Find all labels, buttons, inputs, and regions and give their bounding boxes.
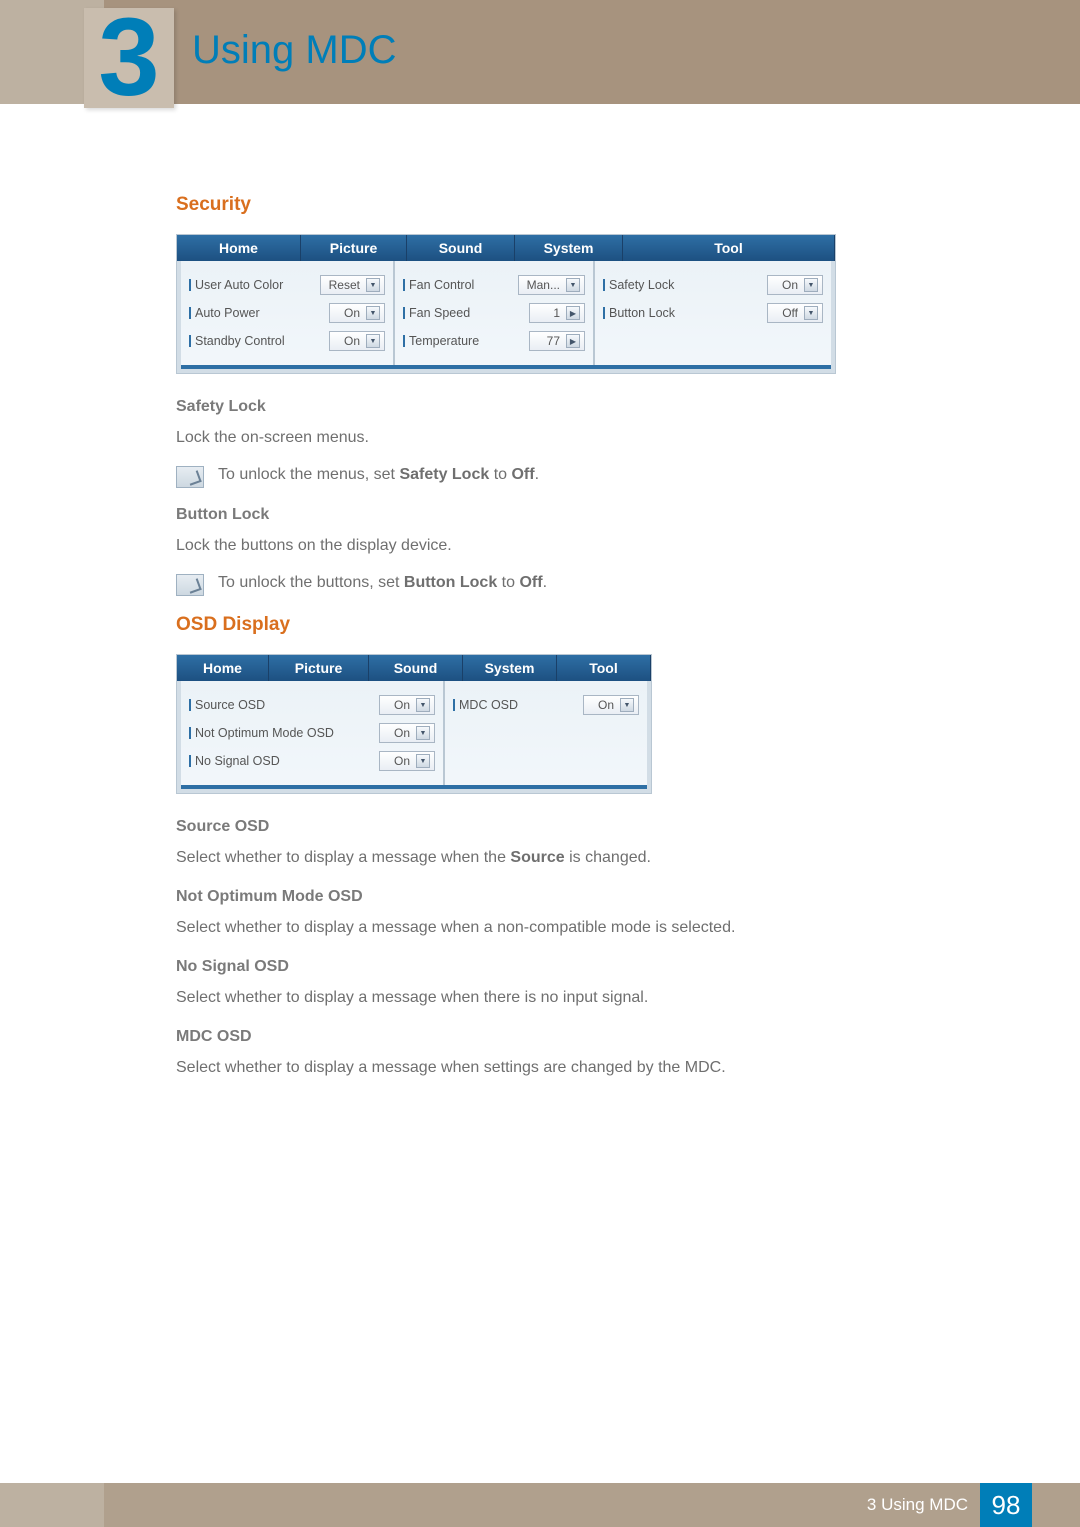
dropdown-no-signal-osd[interactable]: On	[379, 751, 435, 771]
panel-accent-bar	[181, 785, 647, 789]
field-fan-speed: Fan Speed 1	[403, 299, 585, 327]
osd-tabstrip: Home Picture Sound System Tool	[177, 655, 651, 681]
dropdown-not-optimum-osd[interactable]: On	[379, 723, 435, 743]
sub-heading-safety-lock: Safety Lock	[176, 398, 1010, 416]
field-temperature: Temperature 77	[403, 327, 585, 355]
field-source-osd: Source OSD On	[189, 691, 435, 719]
chapter-title: Using MDC	[192, 28, 396, 73]
body-mdc-osd: Select whether to display a message when…	[176, 1056, 1010, 1080]
label-fan-speed: Fan Speed	[403, 306, 470, 320]
label-safety-lock: Safety Lock	[603, 278, 674, 292]
label-auto-power: Auto Power	[189, 306, 260, 320]
chevron-right-icon	[566, 306, 580, 320]
section-heading-security: Security	[176, 194, 1010, 216]
security-tabstrip: Home Picture Sound System Tool	[177, 235, 835, 261]
page-number: 98	[980, 1483, 1032, 1527]
body-button-lock: Lock the buttons on the display device.	[176, 534, 1010, 558]
label-button-lock: Button Lock	[603, 306, 675, 320]
dropdown-user-auto-color[interactable]: Reset	[320, 275, 385, 295]
label-source-osd: Source OSD	[189, 698, 265, 712]
chevron-down-icon	[416, 726, 430, 740]
sub-heading-source-osd: Source OSD	[176, 818, 1010, 836]
tab-system[interactable]: System	[515, 235, 623, 261]
chevron-down-icon	[416, 754, 430, 768]
body-source-osd: Select whether to display a message when…	[176, 846, 1010, 870]
tab-tool[interactable]: Tool	[623, 235, 835, 261]
label-no-signal-osd: No Signal OSD	[189, 754, 280, 768]
spinner-fan-speed[interactable]: 1	[529, 303, 585, 323]
label-fan-control: Fan Control	[403, 278, 474, 292]
tab-picture[interactable]: Picture	[269, 655, 369, 681]
chapter-badge: 3	[84, 8, 174, 108]
sub-heading-no-signal-osd: No Signal OSD	[176, 958, 1010, 976]
security-col-3: Safety Lock On Button Lock Off	[595, 261, 831, 365]
sub-heading-not-optimum-osd: Not Optimum Mode OSD	[176, 888, 1010, 906]
chapter-number: 3	[98, 3, 159, 113]
dropdown-safety-lock[interactable]: On	[767, 275, 823, 295]
header-band: 3 Using MDC	[0, 0, 1080, 104]
chevron-down-icon	[804, 278, 818, 292]
footer-text: 3 Using MDC 98	[867, 1483, 1080, 1527]
label-not-optimum-osd: Not Optimum Mode OSD	[189, 726, 334, 740]
tab-sound[interactable]: Sound	[369, 655, 463, 681]
chevron-down-icon	[804, 306, 818, 320]
label-temperature: Temperature	[403, 334, 479, 348]
dropdown-fan-control[interactable]: Man...	[518, 275, 585, 295]
note-text-button-lock: To unlock the buttons, set Button Lock t…	[218, 574, 547, 592]
tab-home[interactable]: Home	[177, 235, 301, 261]
footer-left-cap	[0, 1483, 104, 1527]
chevron-down-icon	[366, 306, 380, 320]
tab-system[interactable]: System	[463, 655, 557, 681]
field-standby-control: Standby Control On	[189, 327, 385, 355]
field-user-auto-color: User Auto Color Reset	[189, 271, 385, 299]
dropdown-standby-control[interactable]: On	[329, 331, 385, 351]
chevron-down-icon	[566, 278, 580, 292]
sub-heading-mdc-osd: MDC OSD	[176, 1028, 1010, 1046]
dropdown-mdc-osd[interactable]: On	[583, 695, 639, 715]
label-standby-control: Standby Control	[189, 334, 285, 348]
field-fan-control: Fan Control Man...	[403, 271, 585, 299]
osd-col-b: MDC OSD On	[445, 681, 647, 785]
section-heading-osd: OSD Display	[176, 614, 1010, 636]
label-mdc-osd: MDC OSD	[453, 698, 518, 712]
tab-sound[interactable]: Sound	[407, 235, 515, 261]
osd-col-a: Source OSD On Not Optimum Mode OSD On No…	[181, 681, 445, 785]
chevron-down-icon	[366, 278, 380, 292]
note-icon	[176, 574, 204, 596]
dropdown-button-lock[interactable]: Off	[767, 303, 823, 323]
osd-panel: Home Picture Sound System Tool Source OS…	[176, 654, 652, 794]
field-button-lock: Button Lock Off	[603, 299, 823, 327]
chevron-down-icon	[620, 698, 634, 712]
sub-heading-button-lock: Button Lock	[176, 506, 1010, 524]
panel-accent-bar	[181, 365, 831, 369]
field-no-signal-osd: No Signal OSD On	[189, 747, 435, 775]
label-user-auto-color: User Auto Color	[189, 278, 283, 292]
page-body: Security Home Picture Sound System Tool …	[104, 104, 1080, 1096]
chevron-down-icon	[366, 334, 380, 348]
chevron-down-icon	[416, 698, 430, 712]
field-mdc-osd: MDC OSD On	[453, 691, 639, 719]
note-icon	[176, 466, 204, 488]
body-safety-lock: Lock the on-screen menus.	[176, 426, 1010, 450]
security-col-1: User Auto Color Reset Auto Power On Stan…	[181, 261, 395, 365]
tab-picture[interactable]: Picture	[301, 235, 407, 261]
field-safety-lock: Safety Lock On	[603, 271, 823, 299]
spinner-temperature[interactable]: 77	[529, 331, 585, 351]
chevron-right-icon	[566, 334, 580, 348]
dropdown-auto-power[interactable]: On	[329, 303, 385, 323]
body-no-signal-osd: Select whether to display a message when…	[176, 986, 1010, 1010]
field-auto-power: Auto Power On	[189, 299, 385, 327]
tab-home[interactable]: Home	[177, 655, 269, 681]
body-not-optimum-osd: Select whether to display a message when…	[176, 916, 1010, 940]
note-text-safety-lock: To unlock the menus, set Safety Lock to …	[218, 466, 539, 484]
field-not-optimum-osd: Not Optimum Mode OSD On	[189, 719, 435, 747]
tab-tool[interactable]: Tool	[557, 655, 651, 681]
security-panel: Home Picture Sound System Tool User Auto…	[176, 234, 836, 374]
footer-band: 3 Using MDC 98	[0, 1483, 1080, 1527]
note-safety-lock: To unlock the menus, set Safety Lock to …	[176, 466, 1010, 488]
note-button-lock: To unlock the buttons, set Button Lock t…	[176, 574, 1010, 596]
dropdown-source-osd[interactable]: On	[379, 695, 435, 715]
security-col-2: Fan Control Man... Fan Speed 1 Temperatu…	[395, 261, 595, 365]
